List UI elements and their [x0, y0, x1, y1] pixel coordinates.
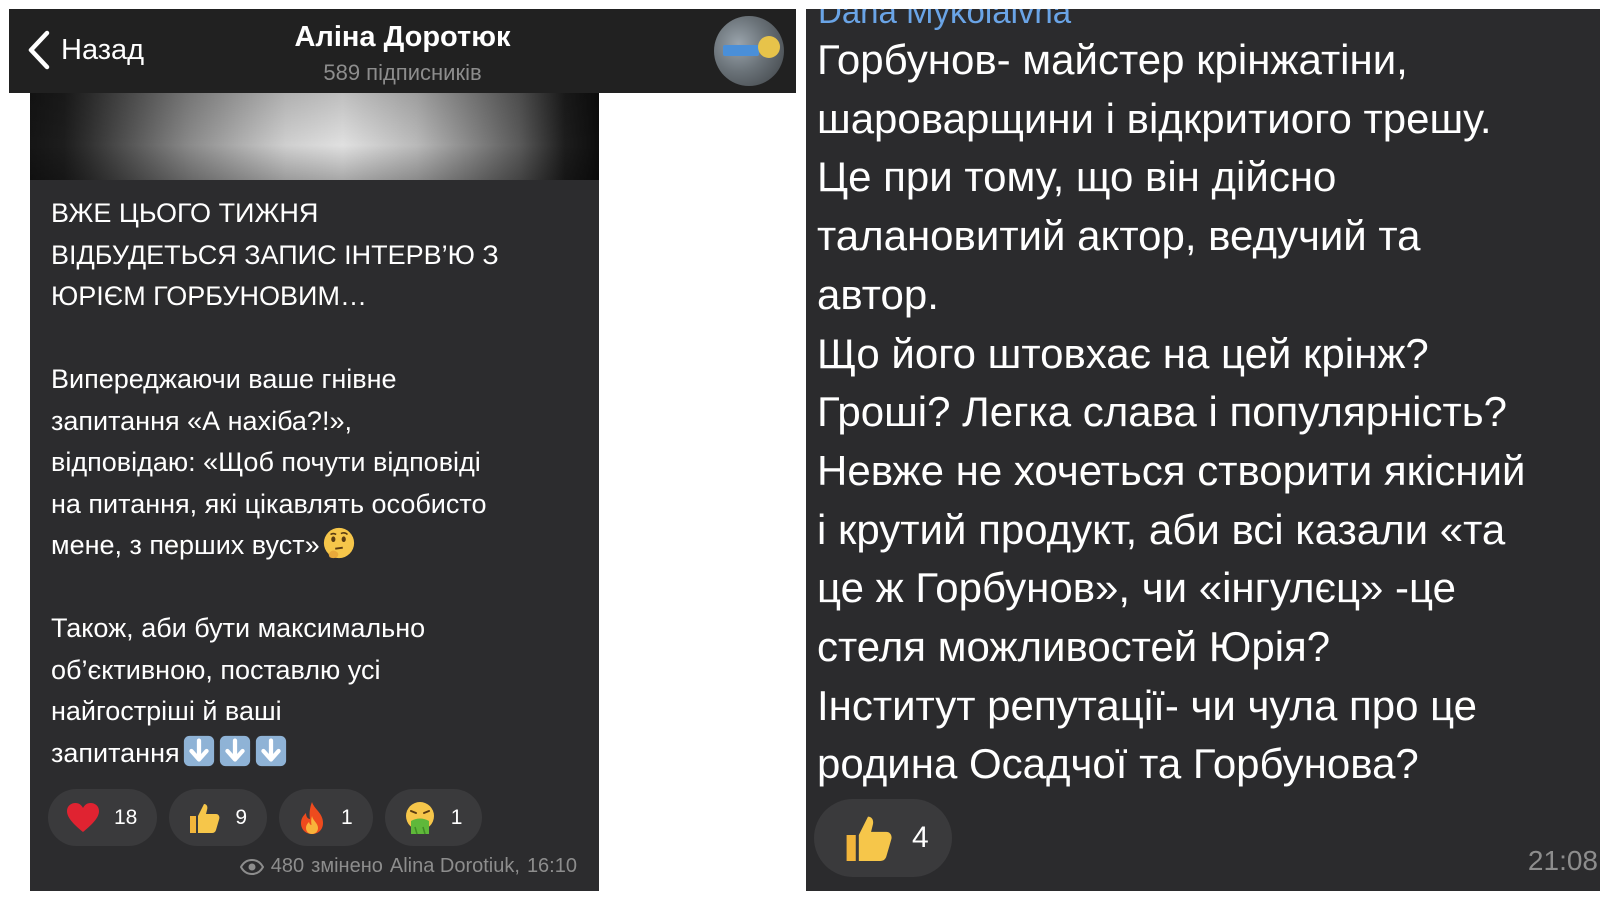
post-line: Також, аби бути максимально — [51, 613, 426, 643]
post-paragraph-2: Випереджаючи ваше гнівне запитання «А на… — [51, 359, 591, 567]
comment-line: автор. — [817, 270, 939, 318]
avatar-circle — [758, 36, 780, 58]
post-line: мене, з перших вуст» — [51, 530, 320, 560]
post-author: Alina Dorotiuk, — [389, 855, 520, 877]
post-line-with-emoji: мене, з перших вуст» — [51, 525, 591, 567]
comment-line: Це при тому, що він дійсно — [817, 153, 1337, 201]
post-line-with-emoji: запитання — [51, 733, 591, 775]
comment-reaction-thumbs-up[interactable]: 4 — [814, 799, 952, 877]
down-arrow-emoji-icon — [255, 735, 286, 766]
post-time: 16:10 — [526, 855, 577, 877]
thumbs-up-emoji-icon — [846, 816, 892, 861]
thumbs-up-emoji-icon — [190, 803, 220, 833]
reaction-heart[interactable]: 18 — [48, 789, 158, 846]
post-line: запитання «А нахіба?!», — [51, 405, 352, 436]
post-text: ВЖЕ ЦЬОГО ТИЖНЯ ВІДБУДЕТЬСЯ ЗАПИС ІНТЕРВ… — [51, 193, 591, 816]
comment-line: стеля можливостей Юрія? — [817, 623, 1331, 671]
reaction-count: 4 — [912, 821, 929, 854]
vomiting-face-emoji-icon — [405, 801, 434, 834]
post-line: ВЖЕ ЦЬОГО ТИЖНЯ — [51, 198, 319, 228]
comment-line: родина Осадчої та Горбунова? — [817, 740, 1419, 788]
eye-icon — [239, 858, 264, 875]
reaction-thumbs-up[interactable]: 9 — [169, 789, 268, 846]
channel-post: ВЖЕ ЦЬОГО ТИЖНЯ ВІДБУДЕТЬСЯ ЗАПИС ІНТЕРВ… — [30, 93, 599, 891]
comment-line: шароварщини і відкритиого трешу. — [817, 94, 1492, 142]
comment-line: Гроші? Легка слава і популярність? — [817, 388, 1507, 436]
comment-line: Що його штовхає на цей крінж? — [817, 329, 1429, 377]
post-line: відповідаю: «Щоб почути відповіді — [51, 447, 481, 477]
comment-line: талановитий актор, ведучий та — [817, 212, 1421, 260]
reaction-fire[interactable]: 1 — [279, 789, 373, 846]
subscriber-count: 589 підписників — [323, 60, 482, 85]
channel-title[interactable]: Аліна Доротюк — [9, 21, 796, 54]
comment-line: Горбунов- майстер крінжатіни, — [817, 36, 1408, 83]
reaction-vomiting[interactable]: 1 — [384, 789, 483, 846]
post-paragraph-3: Також, аби бути максимально об’єктивною,… — [51, 608, 591, 774]
comment-line: Інститут репутації- чи чула про це — [817, 681, 1478, 729]
post-line: найгостріші й ваші — [51, 696, 282, 726]
post-line: запитання — [51, 737, 180, 768]
comment-line: Невже не хочеться створити якісний — [817, 446, 1526, 494]
heart-emoji-icon — [67, 802, 99, 832]
post-line: ЮРІЄМ ГОРБУНОВИМ… — [51, 281, 367, 311]
comment-text: Горбунов- майстер крінжатіни, шароварщин… — [817, 31, 1597, 794]
edited-label: змінено — [311, 855, 383, 877]
post-line: на питання, які цікавлять особисто — [51, 488, 487, 519]
post-meta: 480 змінено Alina Dorotiuk, 16:10 — [239, 855, 577, 878]
reaction-count: 1 — [341, 805, 353, 829]
post-reactions: 18 9 1 1 — [48, 789, 483, 846]
comment-line: це ж Горбунов», чи «інгулєц» -це — [817, 564, 1456, 612]
view-count: 480 — [270, 855, 305, 877]
reaction-count: 9 — [235, 805, 248, 829]
reaction-count: 1 — [450, 805, 463, 829]
down-arrow-emoji-icon — [183, 735, 214, 766]
post-image[interactable] — [30, 93, 599, 180]
comment-sender[interactable]: Dana Mykolaivna — [818, 9, 1071, 31]
post-line: Випереджаючи ваше гнівне — [51, 364, 397, 394]
fire-emoji-icon — [301, 801, 324, 834]
channel-avatar[interactable] — [714, 16, 784, 86]
comment-line: і крутий продукт, аби всі казали «та — [817, 505, 1506, 553]
channel-header: Назад Аліна Доротюк 589 підписників — [9, 9, 796, 93]
avatar-badge — [723, 45, 759, 56]
down-arrow-emoji-icon — [219, 735, 250, 766]
thinking-face-emoji-icon — [323, 527, 354, 559]
comment-message: Dana Mykolaivna Горбунов- майстер крінжа… — [806, 9, 1600, 891]
post-paragraph-1: ВЖЕ ЦЬОГО ТИЖНЯ ВІДБУДЕТЬСЯ ЗАПИС ІНТЕРВ… — [51, 193, 591, 318]
post-line: ВІДБУДЕТЬСЯ ЗАПИС ІНТЕРВ’Ю З — [51, 239, 499, 270]
author-name: Alina Dorotiuk — [389, 855, 515, 877]
comment-time: 21:08 — [1527, 845, 1598, 876]
reaction-count: 18 — [114, 805, 138, 829]
post-line: об’єктивною, поставлю усі — [51, 654, 381, 685]
